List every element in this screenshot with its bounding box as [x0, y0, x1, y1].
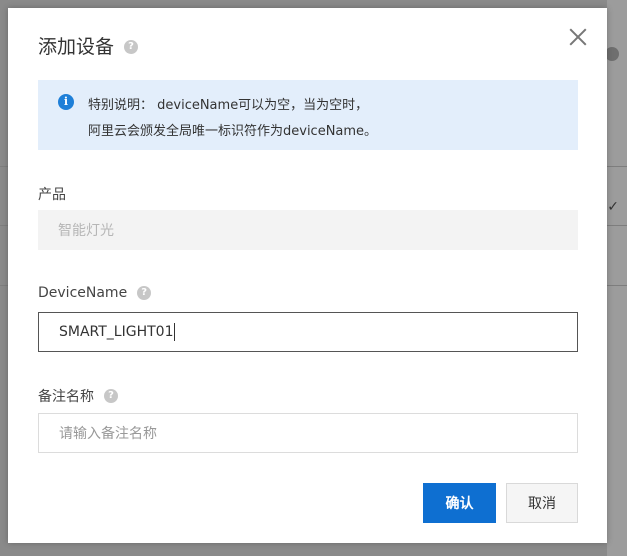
dialog-title-text: 添加设备: [38, 36, 115, 58]
remark-input[interactable]: 请输入备注名称: [38, 413, 578, 453]
cancel-button[interactable]: 取消: [506, 483, 578, 523]
confirm-button[interactable]: 确认: [423, 483, 496, 523]
product-label-text: 产品: [38, 187, 66, 203]
background-page-panel: [607, 0, 627, 556]
background-help-icon: [605, 47, 619, 61]
device-name-value: SMART_LIGHT01: [59, 324, 174, 340]
notice-text-line-2: 阿里云会颁发全局唯一标识符作为deviceName。: [88, 124, 378, 139]
dialog-title: 添加设备 ?: [38, 32, 139, 59]
close-icon[interactable]: [567, 26, 589, 48]
info-notice: i 特别说明： deviceName可以为空，当为空时， 阿里云会颁发全局唯一标…: [38, 80, 578, 150]
notice-text-line-1: 特别说明： deviceName可以为空，当为空时，: [88, 98, 369, 113]
device-name-help-icon[interactable]: ?: [137, 286, 152, 300]
device-name-label: DeviceName ?: [38, 285, 152, 301]
remark-placeholder: 请输入备注名称: [59, 426, 157, 442]
device-name-label-text: DeviceName: [38, 285, 128, 301]
add-device-dialog: 添加设备 ? i 特别说明： deviceName可以为空，当为空时， 阿里云会…: [8, 8, 607, 543]
remark-label: 备注名称 ?: [38, 386, 118, 406]
info-icon: i: [58, 94, 74, 110]
product-value: 智能灯光: [58, 223, 114, 239]
text-caret: [174, 323, 176, 341]
device-name-input[interactable]: SMART_LIGHT01: [38, 312, 578, 352]
remark-label-text: 备注名称: [38, 389, 94, 405]
title-help-icon[interactable]: ?: [124, 40, 139, 54]
remark-help-icon[interactable]: ?: [104, 389, 118, 403]
product-label: 产品: [38, 184, 66, 204]
background-check-icon: ✓: [607, 199, 619, 215]
product-field: 智能灯光: [38, 210, 578, 250]
